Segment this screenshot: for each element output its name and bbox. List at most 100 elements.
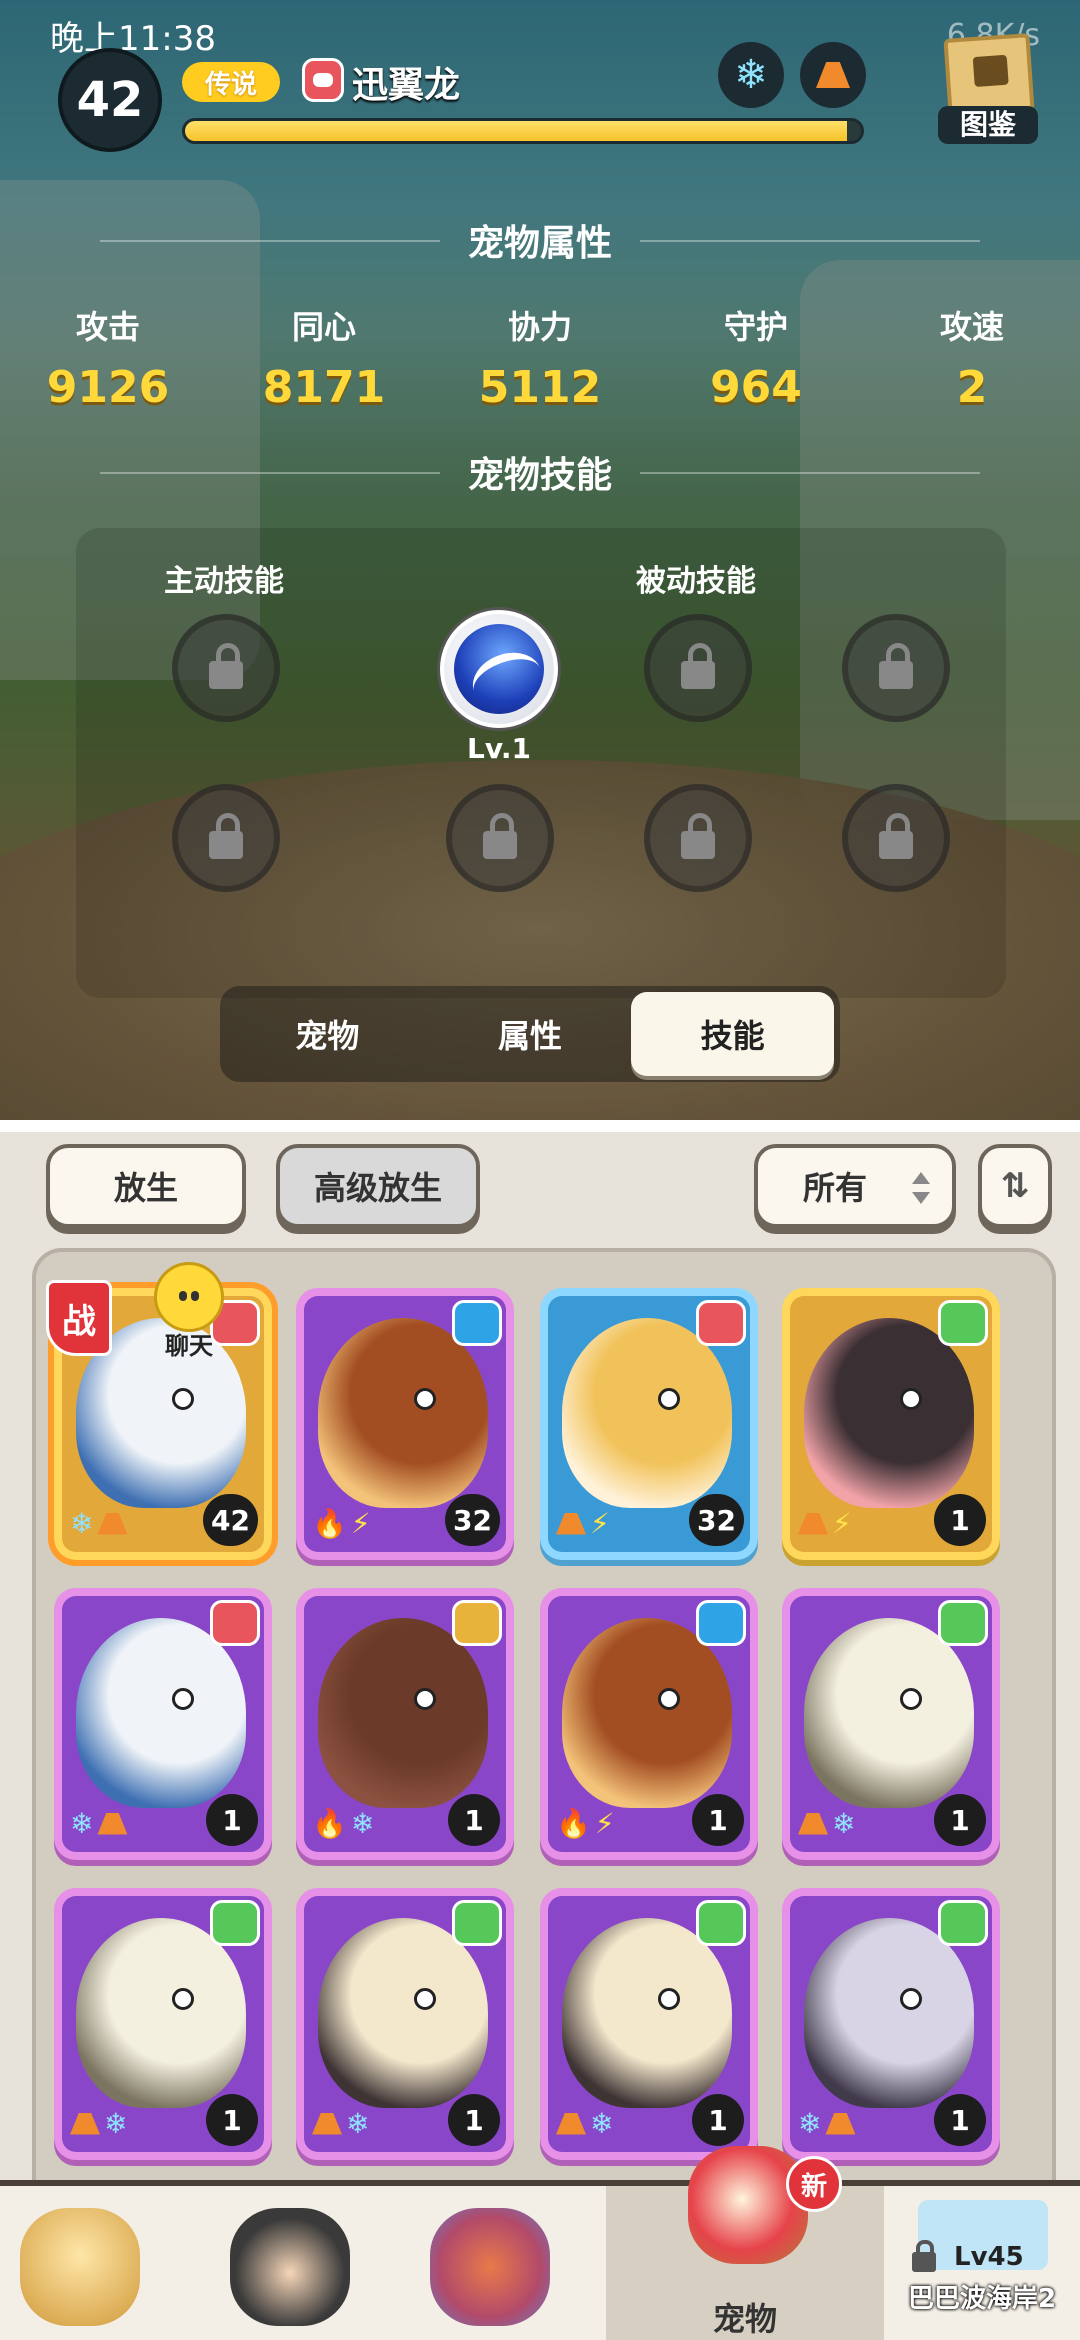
pet-portrait [804, 1618, 974, 1808]
pet-card-inner: 🔥 ⚡ 1 [548, 1596, 750, 1852]
bolt-icon: ⚡ [832, 1507, 852, 1540]
advanced-release-button[interactable]: 高级放生 [276, 1144, 480, 1228]
tab-attributes[interactable]: 属性 [429, 992, 632, 1076]
stat-attack: 攻击 9126 [0, 302, 216, 413]
nav-hero-3[interactable] [410, 2186, 610, 2340]
pet-eye [658, 1388, 680, 1410]
ice-element-button[interactable]: ❄ [718, 42, 784, 108]
stat-label: 协力 [507, 308, 572, 346]
pet-card-inner: 🔥 ❄ 1 [304, 1596, 506, 1852]
snow-icon: ❄ [832, 1807, 856, 1840]
pet-xp-fill [185, 121, 848, 141]
battle-tag: 战 [46, 1280, 112, 1356]
locked-skill-slot[interactable] [842, 614, 950, 722]
pet-card-level: 1 [206, 1794, 258, 1846]
locked-skill-slot[interactable] [172, 614, 280, 722]
release-button[interactable]: 放生 [46, 1144, 246, 1228]
snow-icon: ❄ [70, 1807, 94, 1840]
tab-skills[interactable]: 技能 [631, 992, 835, 1076]
lock-icon [681, 643, 715, 689]
pet-rarity-badge: 传说 [182, 62, 280, 102]
atlas-button[interactable]: 图鉴 [938, 33, 1038, 144]
nav-hero-2[interactable] [210, 2186, 410, 2340]
rock-icon [798, 1812, 828, 1835]
pet-card-level: 1 [934, 2094, 986, 2146]
rock-icon [97, 1512, 128, 1535]
lock-icon [209, 643, 243, 689]
pet-eye [172, 1688, 194, 1710]
pet-card-inner: ❄ 1 [304, 1896, 506, 2152]
pet-portrait [804, 1918, 974, 2108]
pet-card[interactable]: ❄ 1 [782, 1888, 1000, 2160]
sort-icon: ⇅ [1000, 1166, 1030, 1206]
locked-skill-slot[interactable] [172, 784, 280, 892]
chat-button[interactable]: 聊天 [144, 1262, 234, 1361]
pet-card[interactable]: ⚡ 1 [782, 1288, 1000, 1560]
pet-card[interactable]: ❄ 1 [540, 1888, 758, 2160]
pet-elements: ❄ [798, 2107, 856, 2140]
snow-icon: ❄ [798, 2107, 822, 2140]
pet-card[interactable]: ⚡ 32 [540, 1288, 758, 1560]
pet-inventory-panel: 放生 高级放生 所有 ⇅ ❄ 42 战聊天 🔥 ⚡ 32 ⚡ 32 ⚡ 1 ❄ 1 🔥 ❄ 1 🔥 ⚡ 1 ❄ 1 ❄ 1… [0, 1120, 1080, 2340]
pet-card[interactable]: 🔥 ⚡ 1 [540, 1588, 758, 1860]
pet-elements: ❄ [70, 1807, 128, 1840]
pet-card[interactable]: 🔥 ⚡ 32 [296, 1288, 514, 1560]
stat-value: 964 [710, 362, 802, 413]
status-time: 晚上11:38 [50, 18, 216, 59]
pet-portrait [318, 1618, 488, 1808]
nav-pets[interactable]: 宠物 [606, 2146, 884, 2340]
pet-elements: ❄ [798, 1807, 855, 1840]
atlas-book-icon [943, 33, 1035, 117]
pet-class-icon [696, 1600, 746, 1646]
pet-card-level: 1 [692, 2094, 744, 2146]
pet-card-inner: ⚡ 32 [548, 1296, 750, 1552]
pet-card-inner: ❄ 1 [62, 1896, 264, 2152]
pet-class-icon [938, 1300, 988, 1346]
pet-card[interactable]: ❄ 1 [54, 1888, 272, 2160]
pet-eye [414, 1388, 436, 1410]
pet-card-level: 42 [203, 1494, 258, 1546]
pet-level-badge: 42 [58, 48, 162, 152]
locked-skill-slot[interactable] [446, 784, 554, 892]
rock-icon [816, 62, 850, 88]
locked-skill-slot[interactable] [842, 784, 950, 892]
pet-card[interactable]: 🔥 ❄ 1 [296, 1588, 514, 1860]
locked-skill-slot[interactable] [644, 614, 752, 722]
pet-class-icon [452, 1300, 502, 1346]
pet-grid: ❄ 42 战聊天 🔥 ⚡ 32 ⚡ 32 ⚡ 1 ❄ 1 🔥 ❄ 1 🔥 ⚡ 1 ❄ 1 ❄ 1 ❄ 1 ❄ 1 ❄ 1 [32, 1248, 1056, 2258]
stat-attack-speed: 攻速 2 [864, 302, 1080, 413]
pet-card[interactable]: ❄ 42 战聊天 [46, 1262, 278, 1566]
pet-card[interactable]: ❄ 1 [782, 1588, 1000, 1860]
stat-label: 守护 [723, 308, 788, 346]
tab-pet[interactable]: 宠物 [226, 992, 429, 1076]
rock-icon [825, 2112, 856, 2135]
locked-area-button[interactable]: Lv45 巴巴波海岸2 [884, 2198, 1080, 2338]
pet-class-icon [452, 1600, 502, 1646]
lock-icon [912, 2240, 936, 2272]
sort-button[interactable]: ⇅ [978, 1144, 1052, 1228]
skills-title: 宠物技能 [0, 446, 1080, 498]
pet-portrait [318, 1318, 488, 1508]
equipped-skill-slot[interactable] [440, 610, 558, 728]
lock-icon [483, 813, 517, 859]
filter-select[interactable]: 所有 [754, 1144, 956, 1228]
pet-class-icon [210, 1600, 260, 1646]
earth-element-button[interactable] [800, 42, 866, 108]
nav-pets-label: 宠物 [712, 2300, 777, 2338]
nav-hero-1[interactable] [0, 2186, 200, 2340]
pet-card[interactable]: ❄ 1 [54, 1588, 272, 1860]
pet-card[interactable]: ❄ 1 [296, 1888, 514, 2160]
locked-skill-slot[interactable] [644, 784, 752, 892]
pet-card-level: 32 [689, 1494, 744, 1546]
pet-card-inner: 🔥 ⚡ 32 [304, 1296, 506, 1552]
pet-class-icon [696, 1300, 746, 1346]
pet-portrait [804, 1318, 974, 1508]
rock-icon [798, 1512, 828, 1535]
rock-icon [70, 2112, 100, 2135]
pet-elements: 🔥 ⚡ [312, 1507, 371, 1540]
pet-card-level: 1 [448, 1794, 500, 1846]
pet-class-icon [210, 1900, 260, 1946]
pet-card-level: 1 [206, 2094, 258, 2146]
active-skills-label: 主动技能 [164, 564, 284, 599]
pet-class-icon [452, 1900, 502, 1946]
